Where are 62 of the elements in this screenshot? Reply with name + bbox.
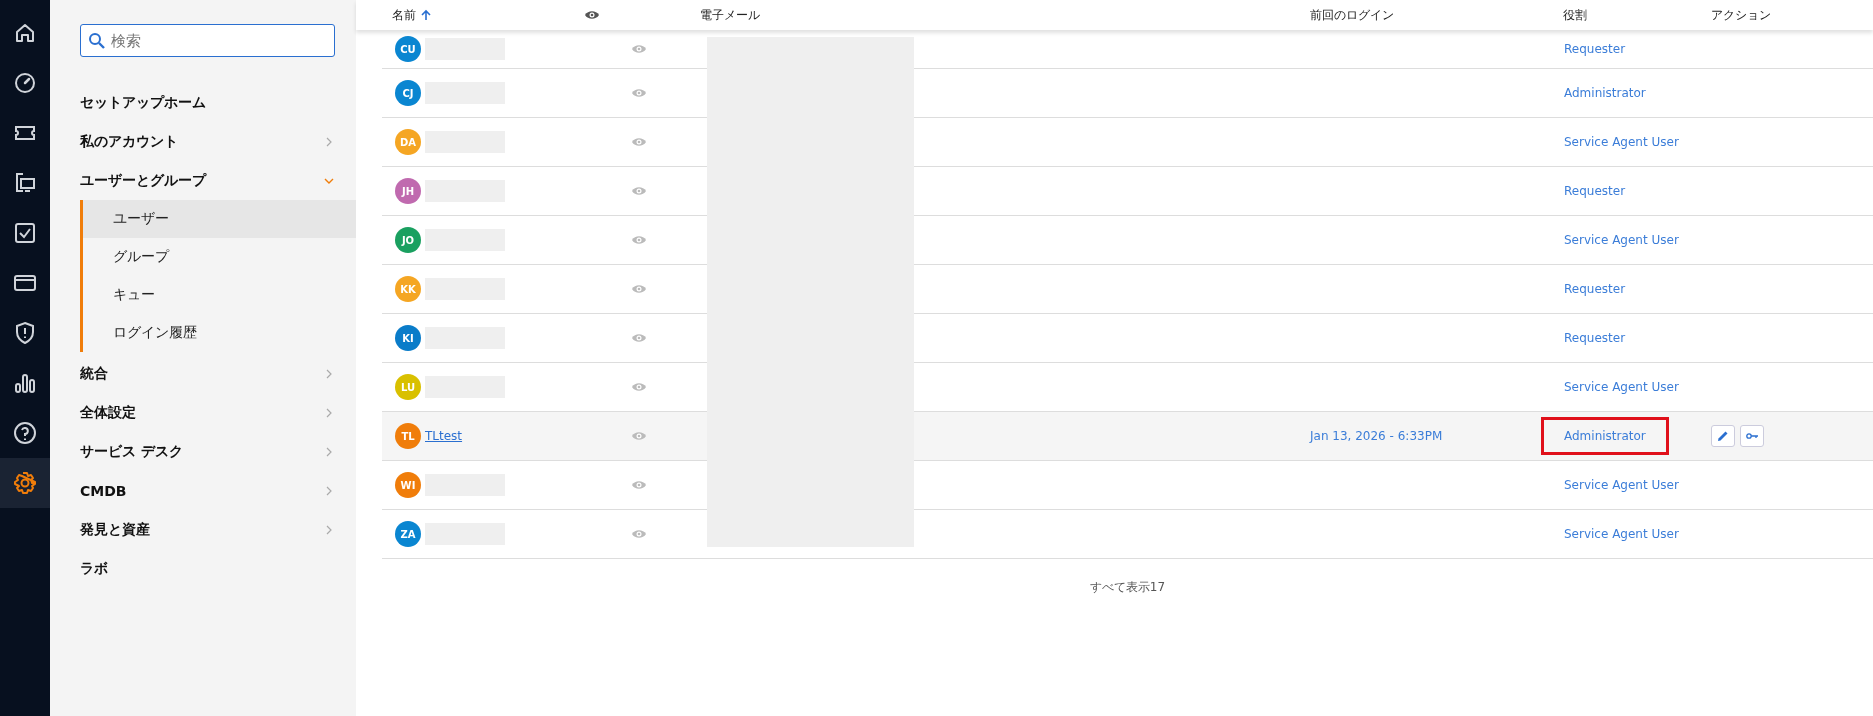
sidebar-item[interactable]: 全体設定 xyxy=(50,393,356,432)
role-link[interactable]: Service Agent User xyxy=(1541,466,1702,504)
avatar: KK xyxy=(395,276,421,302)
eye-icon xyxy=(631,87,647,99)
sidebar-item[interactable]: ユーザーとグループ xyxy=(50,161,356,200)
pencil-icon xyxy=(1716,429,1730,443)
avatar: CJ xyxy=(395,80,421,106)
avatar: JH xyxy=(395,178,421,204)
eye-icon xyxy=(631,234,647,246)
avatar: KI xyxy=(395,325,421,351)
eye-icon xyxy=(631,381,647,393)
avatar: DA xyxy=(395,129,421,155)
column-header[interactable]: 名前 xyxy=(392,6,416,24)
eye-icon xyxy=(631,430,647,442)
eye-icon xyxy=(631,332,647,344)
avatar: TL xyxy=(395,423,421,449)
column-header[interactable]: アクション xyxy=(1711,6,1771,24)
role-link[interactable]: Requester xyxy=(1541,319,1649,357)
sidebar-item[interactable]: セットアップホーム xyxy=(50,83,356,122)
role-link[interactable]: Requester xyxy=(1541,270,1649,308)
user-name-link[interactable]: TLtest xyxy=(425,429,463,443)
role-link[interactable]: Administrator xyxy=(1541,417,1669,455)
sort-arrow-icon[interactable] xyxy=(420,9,432,21)
eye-icon xyxy=(631,479,647,491)
eye-icon xyxy=(631,43,647,55)
avatar: LU xyxy=(395,374,421,400)
role-link[interactable]: Service Agent User xyxy=(1541,123,1702,161)
eye-icon xyxy=(631,136,647,148)
search-field[interactable]: 検索 xyxy=(80,24,335,57)
column-header[interactable]: 電子メール xyxy=(700,6,760,24)
eye-icon xyxy=(631,185,647,197)
role-link[interactable]: Service Agent User xyxy=(1541,515,1702,553)
edit-button[interactable] xyxy=(1711,425,1735,447)
search-icon xyxy=(88,32,106,50)
sidebar-item[interactable]: 発見と資産 xyxy=(50,510,356,549)
eye-icon xyxy=(584,9,600,21)
last-login-date: Jan 13, 2026 - 6:33PM xyxy=(1310,429,1443,443)
sidebar-item[interactable]: CMDB xyxy=(50,471,356,510)
eye-icon xyxy=(631,283,647,295)
role-link[interactable]: Service Agent User xyxy=(1541,221,1702,259)
role-link[interactable]: Requester xyxy=(1541,172,1649,210)
avatar: JO xyxy=(395,227,421,253)
role-link[interactable]: Requester xyxy=(1541,30,1649,68)
show-all-link[interactable]: すべて表示17 xyxy=(1089,580,1166,594)
role-link[interactable]: Service Agent User xyxy=(1541,368,1702,406)
key-button[interactable] xyxy=(1740,425,1764,447)
eye-icon xyxy=(631,528,647,540)
avatar: WI xyxy=(395,472,421,498)
sidebar-item[interactable]: 私のアカウント xyxy=(50,122,356,161)
sidebar-item[interactable]: サービス デスク xyxy=(50,432,356,471)
avatar: ZA xyxy=(395,521,421,547)
role-link[interactable]: Administrator xyxy=(1541,74,1669,112)
avatar: CU xyxy=(395,36,421,62)
sidebar-item[interactable]: ラボ xyxy=(50,549,356,588)
sidebar-subitem[interactable]: キュー xyxy=(83,276,356,314)
sidebar-subitem[interactable]: グループ xyxy=(83,238,356,276)
sidebar-item[interactable]: 統合 xyxy=(50,354,356,393)
column-header[interactable]: 役割 xyxy=(1563,6,1587,24)
sidebar-subitem[interactable]: ログイン履歴 xyxy=(83,314,356,352)
sidebar-subitem[interactable]: ユーザー xyxy=(83,200,356,238)
column-header[interactable]: 前回のログイン xyxy=(1310,6,1394,24)
settings-icon[interactable] xyxy=(0,458,50,508)
